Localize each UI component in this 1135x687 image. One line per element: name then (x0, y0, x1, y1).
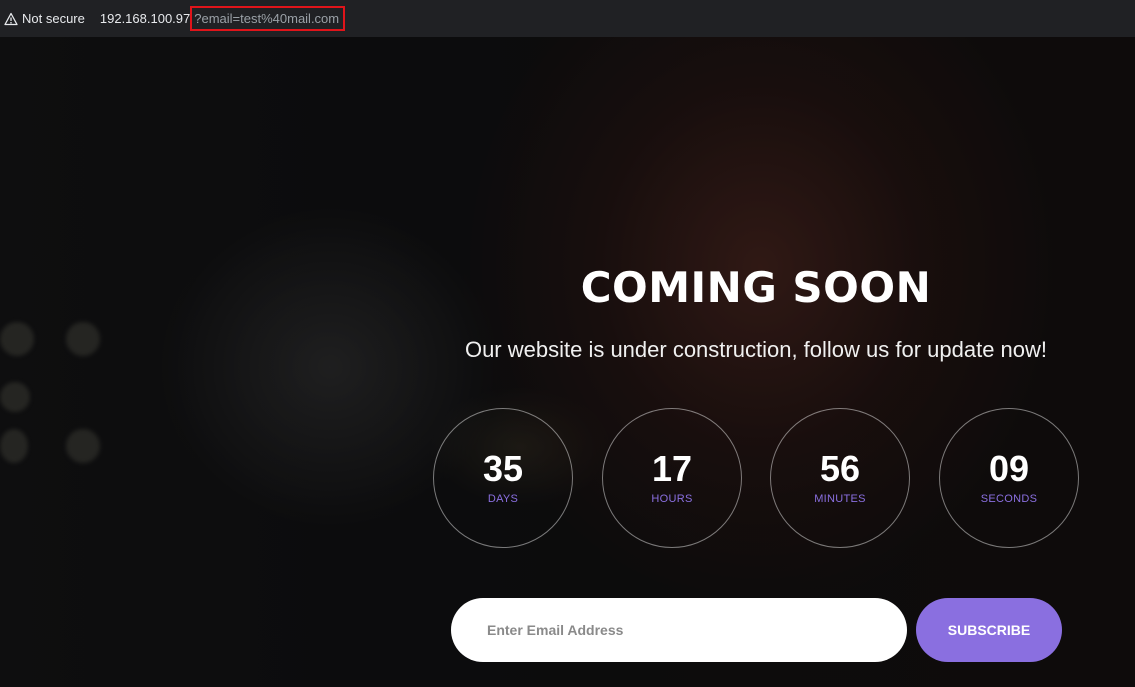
countdown-seconds: 09 SECONDS (939, 408, 1079, 548)
hero-background: COMING SOON Our website is under constru… (0, 37, 1135, 687)
security-label: Not secure (22, 11, 85, 26)
background-bokeh (66, 322, 100, 356)
countdown-hours: 17 HOURS (602, 408, 742, 548)
countdown-days-label: DAYS (487, 493, 519, 505)
background-bokeh (0, 322, 34, 356)
countdown-seconds-label: SECONDS (980, 493, 1038, 505)
countdown-minutes-value: 56 (819, 448, 861, 489)
countdown-minutes: 56 MINUTES (770, 408, 910, 548)
countdown-seconds-value: 09 (988, 448, 1030, 489)
background-bokeh (66, 429, 100, 463)
countdown-minutes-label: MINUTES (814, 493, 866, 505)
warning-triangle-icon (4, 12, 18, 25)
background-bokeh (0, 382, 30, 412)
url-query-highlighted[interactable]: ?email=test%40mail.com (190, 6, 346, 31)
browser-address-bar[interactable]: Not secure 192.168.100.97 ?email=test%40… (0, 0, 1135, 37)
countdown-days: 35 DAYS (433, 408, 573, 548)
security-indicator[interactable]: Not secure (4, 11, 85, 26)
coming-soon-section: COMING SOON Our website is under constru… (420, 37, 1120, 687)
page-subtitle: Our website is under construction, follo… (464, 337, 1048, 362)
countdown-days-value: 35 (482, 448, 524, 489)
countdown-hours-label: HOURS (651, 493, 693, 505)
url-host[interactable]: 192.168.100.97 (100, 11, 190, 26)
page-title: COMING SOON (580, 263, 932, 312)
email-input[interactable] (451, 598, 907, 662)
countdown-hours-value: 17 (651, 448, 693, 489)
background-bokeh (0, 429, 28, 463)
subscribe-button[interactable]: SUBSCRIBE (916, 598, 1062, 662)
